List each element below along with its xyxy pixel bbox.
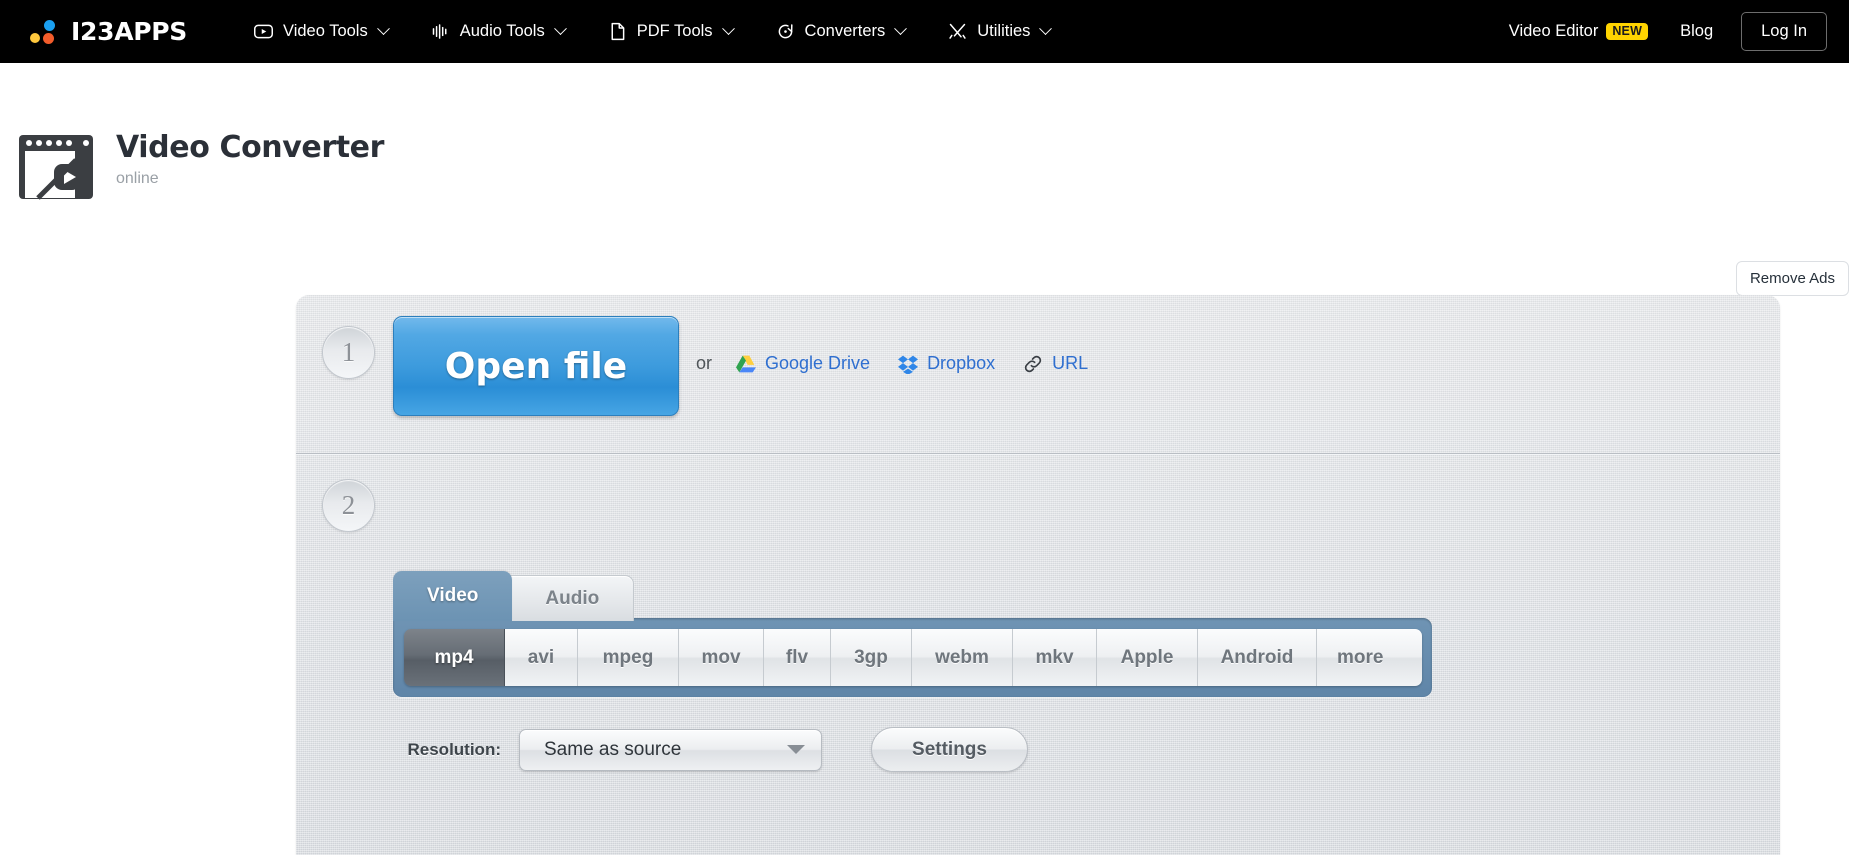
format-android[interactable]: Android — [1198, 629, 1317, 686]
resolution-label: Resolution: — [407, 739, 502, 759]
page-title: Video Converter — [116, 130, 385, 165]
format-mov[interactable]: mov — [679, 629, 764, 686]
nav-item-video-editor[interactable]: Video Editor NEW — [1493, 22, 1664, 41]
chevron-down-icon — [721, 22, 735, 36]
google-drive-icon — [736, 354, 757, 374]
format-selector-bar: mp4 avi mpeg mov flv 3gp webm mkv Apple … — [393, 618, 1432, 697]
file-source-links: or Google Drive Dropbox URL — [696, 353, 1116, 375]
link-icon — [1023, 354, 1043, 374]
remove-ads-button[interactable]: Remove Ads — [1735, 261, 1849, 296]
converter-panel: 1 Open file or Google Drive Dropbox URL … — [296, 295, 1780, 855]
format-3gp[interactable]: 3gp — [831, 629, 912, 686]
tab-audio[interactable]: Audio — [500, 575, 635, 621]
format-flv[interactable]: flv — [764, 629, 831, 686]
tools-cross-icon — [947, 21, 968, 42]
chevron-down-icon — [553, 22, 567, 36]
top-navbar: I23APPS Video Tools Audio Tools PDF Tool… — [0, 0, 1849, 63]
nav-menu: Video Tools Audio Tools PDF Tools Conver… — [232, 0, 1071, 63]
nav-label: Video Tools — [283, 22, 368, 40]
step-2-section: 2 Video Audio mp4 avi mpeg mov flv 3gp w… — [296, 455, 1780, 855]
video-play-icon — [253, 21, 274, 42]
format-mp4[interactable]: mp4 — [404, 629, 505, 686]
nav-label: PDF Tools — [636, 22, 713, 40]
dropbox-icon — [898, 354, 919, 375]
settings-button[interactable]: Settings — [871, 727, 1028, 772]
chevron-down-icon — [1039, 22, 1053, 36]
brand-name: I23APPS — [71, 17, 187, 46]
page-subtitle: online — [116, 169, 159, 187]
blog-label: Blog — [1680, 22, 1714, 40]
resolution-select[interactable]: Same as source — [519, 728, 822, 771]
nav-item-blog[interactable]: Blog — [1664, 22, 1729, 41]
nav-label: Utilities — [977, 22, 1031, 40]
url-link[interactable]: URL — [1023, 353, 1088, 374]
format-mpeg[interactable]: mpeg — [578, 629, 679, 686]
login-button[interactable]: Log In — [1741, 12, 1827, 51]
format-more-button[interactable]: more — [1317, 629, 1422, 686]
resolution-row: Resolution: Same as source Settings — [393, 727, 1028, 772]
source-label: URL — [1052, 353, 1089, 373]
dropbox-link[interactable]: Dropbox — [898, 353, 996, 375]
step-2-number: 2 — [322, 479, 375, 532]
nav-right-group: Video Editor NEW Blog Log In — [1493, 12, 1827, 51]
source-label: Google Drive — [765, 353, 871, 373]
nav-item-utilities[interactable]: Utilities — [926, 0, 1071, 63]
google-drive-link[interactable]: Google Drive — [736, 353, 870, 374]
step-1-number: 1 — [322, 326, 375, 379]
nav-label: Audio Tools — [459, 22, 545, 40]
audio-wave-icon — [430, 21, 451, 42]
nav-item-pdf-tools[interactable]: PDF Tools — [586, 0, 754, 63]
resolution-value: Same as source — [544, 738, 682, 760]
open-file-button[interactable]: Open file — [393, 316, 679, 416]
new-badge: NEW — [1606, 22, 1649, 41]
brand-logo[interactable]: I23APPS — [30, 17, 187, 46]
chevron-down-icon — [376, 22, 390, 36]
logo-dots-icon — [30, 19, 60, 45]
or-label: or — [696, 353, 713, 373]
nav-item-audio-tools[interactable]: Audio Tools — [409, 0, 586, 63]
source-label: Dropbox — [927, 353, 996, 373]
nav-label: Converters — [804, 22, 886, 40]
step-1-section: 1 Open file or Google Drive Dropbox URL — [296, 295, 1780, 453]
nav-item-video-tools[interactable]: Video Tools — [232, 0, 409, 63]
chevron-down-icon — [894, 22, 908, 36]
video-converter-logo-icon — [18, 134, 94, 200]
document-icon — [607, 21, 628, 42]
nav-item-converters[interactable]: Converters — [754, 0, 927, 63]
page-header: Video Converter online Remove Ads — [0, 63, 1849, 296]
media-type-tabs: Video Audio — [393, 571, 635, 621]
convert-refresh-icon — [775, 21, 796, 42]
format-avi[interactable]: avi — [505, 629, 578, 686]
format-list: mp4 avi mpeg mov flv 3gp webm mkv Apple … — [404, 629, 1422, 686]
format-webm[interactable]: webm — [912, 629, 1013, 686]
tab-video[interactable]: Video — [393, 571, 513, 621]
format-apple[interactable]: Apple — [1097, 629, 1198, 686]
format-mkv[interactable]: mkv — [1013, 629, 1097, 686]
more-label: more — [1337, 646, 1384, 668]
chevron-down-icon — [787, 745, 805, 754]
video-editor-label: Video Editor — [1508, 22, 1599, 40]
